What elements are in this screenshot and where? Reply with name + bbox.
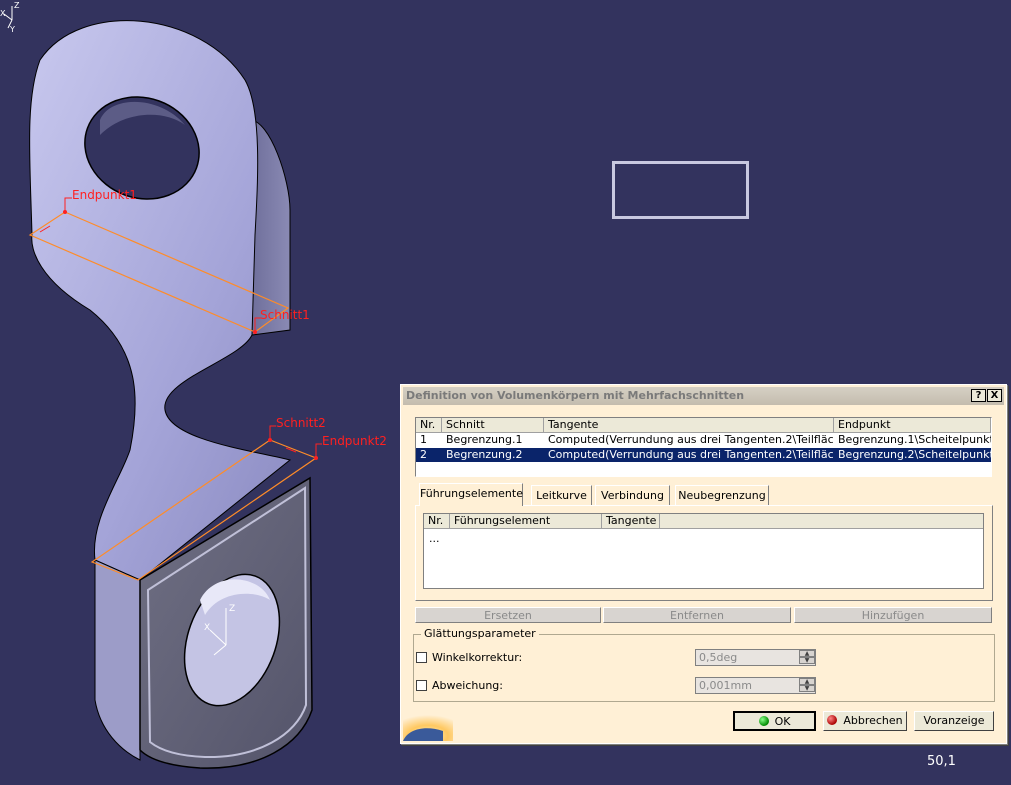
angle-correction-label: Winkelkorrektur:: [432, 651, 523, 664]
col-nr[interactable]: Nr.: [416, 418, 442, 432]
angle-correction-checkbox[interactable]: [416, 652, 427, 663]
section2-label: Schnitt2: [276, 416, 326, 430]
angle-correction-stepper[interactable]: ▲ ▼: [799, 650, 815, 665]
section1-label: Schnitt1: [260, 308, 310, 322]
preview-button[interactable]: Voranzeige: [914, 711, 994, 731]
multi-section-solid-dialog: Definition von Volumenkörpern mit Mehrfa…: [400, 384, 1007, 744]
sections-table-header: Nr. Schnitt Tangente Endpunkt: [416, 418, 991, 433]
svg-text:Y: Y: [9, 25, 15, 34]
deviation-label: Abweichung:: [432, 679, 503, 692]
guides-table[interactable]: Nr. Führungselement Tangente ...: [423, 513, 984, 589]
help-button[interactable]: ?: [971, 389, 986, 402]
close-button[interactable]: X: [987, 389, 1002, 402]
guides-table-header: Nr. Führungselement Tangente: [424, 514, 983, 529]
smoothing-group-label: Glättungsparameter: [421, 627, 539, 640]
dialog-titlebar[interactable]: Definition von Volumenkörpern mit Mehrfa…: [403, 387, 1004, 405]
ok-button[interactable]: OK: [733, 711, 816, 731]
lower-body-side: [94, 559, 141, 761]
table-row-selected[interactable]: 2 Begrenzung.2 Computed(Verrundung aus d…: [416, 448, 991, 462]
compass-icon[interactable]: Z X Y: [0, 0, 30, 34]
svg-text:Z: Z: [14, 1, 20, 10]
deviation-field[interactable]: 0,001mm ▲ ▼: [695, 677, 816, 694]
col-endpunkt[interactable]: Endpunkt: [834, 418, 991, 432]
selection-rectangle: [612, 161, 749, 219]
deviation-stepper[interactable]: ▲ ▼: [799, 678, 815, 693]
endpoint1-label: Endpunkt1: [72, 188, 137, 202]
tab-neubegrenzung[interactable]: Neubegrenzung: [675, 485, 769, 505]
col-tangente[interactable]: Tangente: [544, 418, 834, 432]
table-row[interactable]: 1 Begrenzung.1 Computed(Verrundung aus d…: [416, 433, 991, 447]
cancel-icon: [827, 715, 838, 725]
zoom-readout: 50,1: [927, 754, 956, 769]
guides-placeholder-row[interactable]: ...: [429, 532, 440, 545]
ok-icon: [758, 716, 769, 726]
deviation-checkbox[interactable]: [416, 680, 427, 691]
dialog-title: Definition von Volumenkörpern mit Mehrfa…: [406, 389, 745, 402]
add-button[interactable]: Hinzufügen: [794, 607, 992, 623]
svg-text:X: X: [0, 9, 6, 18]
cancel-button[interactable]: Abbrechen: [823, 711, 907, 731]
angle-correction-field[interactable]: 0,5deg ▲ ▼: [695, 649, 816, 666]
replace-button[interactable]: Ersetzen: [415, 607, 601, 623]
tab-fuehrungselemente[interactable]: Führungselemente: [419, 483, 523, 506]
part-axis-z-label: Z: [229, 604, 235, 614]
col-schnitt[interactable]: Schnitt: [442, 418, 544, 432]
remove-button[interactable]: Entfernen: [603, 607, 791, 623]
tab-leitkurve[interactable]: Leitkurve: [531, 485, 592, 505]
logo-icon: [403, 715, 453, 741]
tab-verbindung[interactable]: Verbindung: [595, 485, 670, 505]
sections-table: Nr. Schnitt Tangente Endpunkt 1 Begrenzu…: [415, 417, 992, 477]
part-axis-x-label: X: [204, 623, 210, 633]
endpoint2-label: Endpunkt2: [322, 434, 387, 448]
